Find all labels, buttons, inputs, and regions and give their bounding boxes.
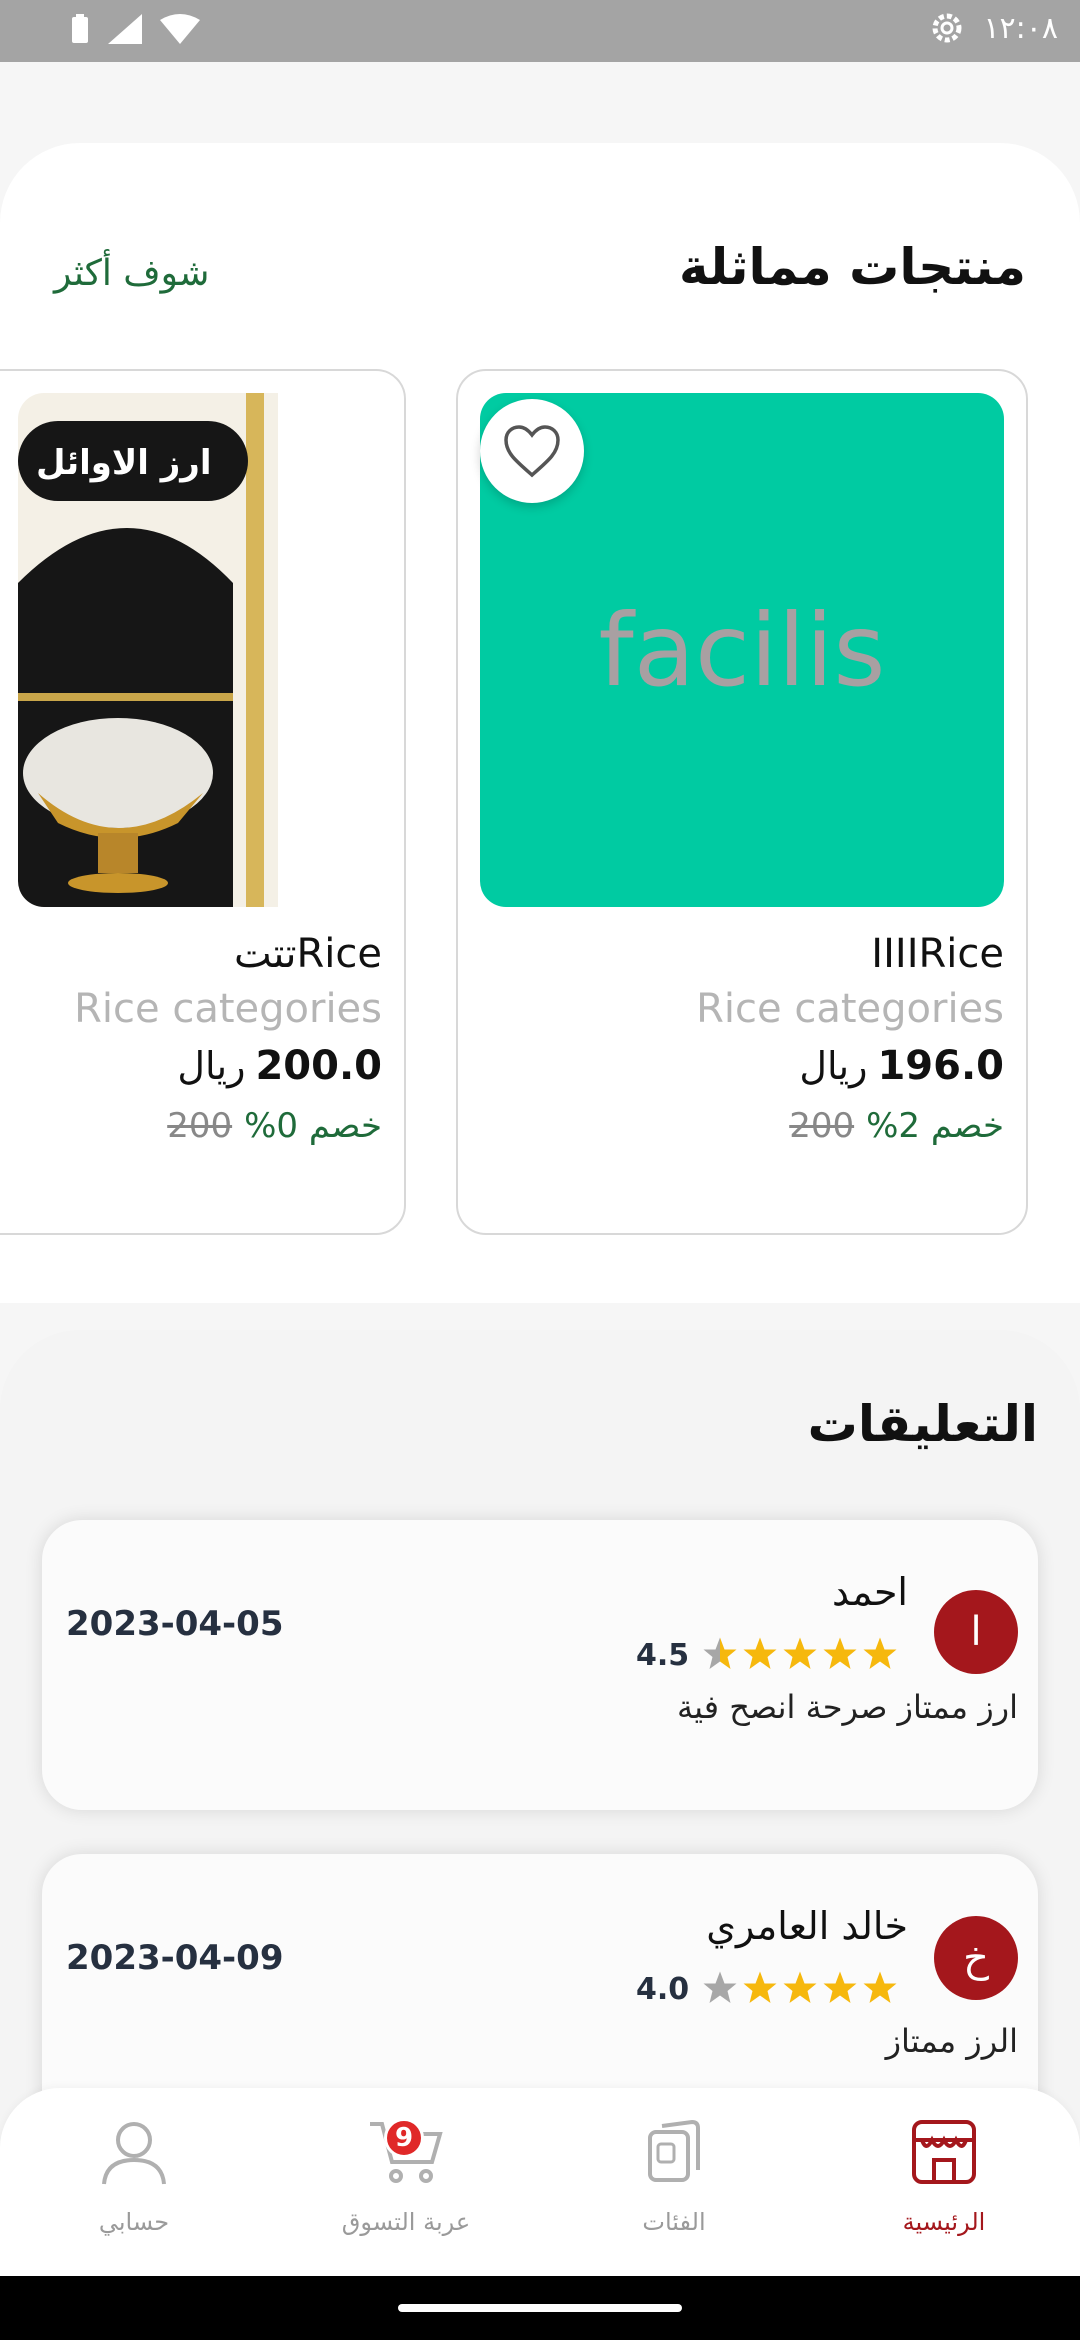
rating-stars bbox=[702, 1970, 898, 2006]
status-bar: ١٢:٠٨ bbox=[0, 0, 1080, 62]
section-title-similar: منتجات مماثلة bbox=[679, 238, 1026, 296]
nav-label-home: الرئيسية bbox=[902, 2208, 986, 2236]
star-half-icon bbox=[703, 1637, 737, 1669]
see-more-link[interactable]: شوف أكثر bbox=[54, 253, 209, 294]
product-price: 196.0 ريال bbox=[799, 1043, 1004, 1089]
product-card[interactable]: ارز الاوائل تتتRice Rice categories 200.… bbox=[0, 369, 406, 1235]
comment-author: خالد العامري bbox=[706, 1904, 908, 1948]
comment-date: 2023-04-09 bbox=[66, 1938, 284, 1978]
wifi-icon bbox=[160, 14, 200, 44]
product-price: 200.0 ريال bbox=[177, 1043, 382, 1089]
bottom-navigation: الرئيسية الفئات 9 عربة التسوق حسابي bbox=[0, 2088, 1080, 2276]
star-icon bbox=[783, 1637, 817, 1669]
old-price: 200 bbox=[789, 1106, 855, 1146]
product-image: ارز الاوائل bbox=[18, 393, 382, 907]
store-icon bbox=[912, 2120, 976, 2184]
currency: ريال bbox=[799, 1044, 868, 1088]
nav-item-cart[interactable]: 9 عربة التسوق bbox=[306, 2118, 506, 2236]
rating-stars bbox=[702, 1636, 898, 1672]
gesture-bar bbox=[0, 2276, 1080, 2340]
similar-products-section: منتجات مماثلة شوف أكثر facilis IIIIRice … bbox=[0, 143, 1080, 1303]
user-icon bbox=[102, 2122, 166, 2185]
star-icon bbox=[863, 1637, 897, 1669]
old-price: 200 bbox=[167, 1106, 233, 1146]
nav-item-home[interactable]: الرئيسية bbox=[844, 2118, 1044, 2236]
star-icon bbox=[743, 1971, 777, 2003]
price-value: 200.0 bbox=[255, 1043, 382, 1089]
star-icon bbox=[823, 1971, 857, 2003]
product-category: Rice categories bbox=[696, 986, 1004, 1032]
rating-value: 4.5 bbox=[636, 1638, 690, 1673]
product-image-text: facilis bbox=[598, 591, 886, 709]
product-card[interactable]: facilis IIIIRice Rice categories 196.0 ر… bbox=[456, 369, 1028, 1235]
discount-label: خصم 2% bbox=[866, 1106, 1004, 1146]
comment-card: ا احمد 4.5 ارز ممتاز صرحة انصح فية 2023-… bbox=[42, 1520, 1038, 1810]
avatar: ا bbox=[934, 1590, 1018, 1674]
nav-label-account: حسابي bbox=[98, 2208, 170, 2236]
categories-icon bbox=[648, 2119, 700, 2182]
status-time: ١٢:٠٨ bbox=[983, 10, 1058, 46]
star-icon bbox=[823, 1637, 857, 1669]
heart-icon bbox=[504, 425, 560, 478]
product-name: تتتRice bbox=[234, 931, 382, 977]
product-discount: خصم 0% 200 bbox=[167, 1106, 382, 1146]
package-text: ارز الاوائل bbox=[36, 443, 212, 483]
comment-text: الرز ممتاز bbox=[885, 2022, 1018, 2060]
star-icon bbox=[863, 1971, 897, 2003]
comment-author: احمد bbox=[832, 1570, 908, 1614]
section-title-comments: التعليقات bbox=[807, 1395, 1038, 1453]
settings-gear-icon bbox=[932, 13, 962, 43]
discount-label: خصم 0% bbox=[244, 1106, 382, 1146]
nav-label-categories: الفئات bbox=[642, 2208, 706, 2236]
rating-value: 4.0 bbox=[636, 1972, 690, 2007]
product-discount: خصم 2% 200 bbox=[789, 1106, 1004, 1146]
comment-date: 2023-04-05 bbox=[66, 1604, 284, 1644]
comment-text: ارز ممتاز صرحة انصح فية bbox=[676, 1688, 1018, 1726]
star-icon bbox=[783, 1971, 817, 2003]
price-value: 196.0 bbox=[877, 1043, 1004, 1089]
status-icons bbox=[70, 14, 200, 44]
product-category: Rice categories bbox=[74, 986, 382, 1032]
battery-icon bbox=[72, 14, 88, 43]
star-empty-icon bbox=[703, 1971, 737, 2003]
avatar: خ bbox=[934, 1916, 1018, 2000]
currency: ريال bbox=[177, 1044, 246, 1088]
home-gesture-handle[interactable] bbox=[398, 2304, 682, 2312]
product-name: IIIIRice bbox=[871, 931, 1004, 977]
star-icon bbox=[743, 1637, 777, 1669]
nav-item-account[interactable]: حسابي bbox=[34, 2118, 234, 2236]
nav-label-cart: عربة التسوق bbox=[341, 2208, 471, 2236]
cart-badge: 9 bbox=[384, 2118, 424, 2158]
favorite-button[interactable] bbox=[480, 399, 584, 503]
nav-item-categories[interactable]: الفئات bbox=[574, 2118, 774, 2236]
signal-icon bbox=[108, 14, 142, 44]
